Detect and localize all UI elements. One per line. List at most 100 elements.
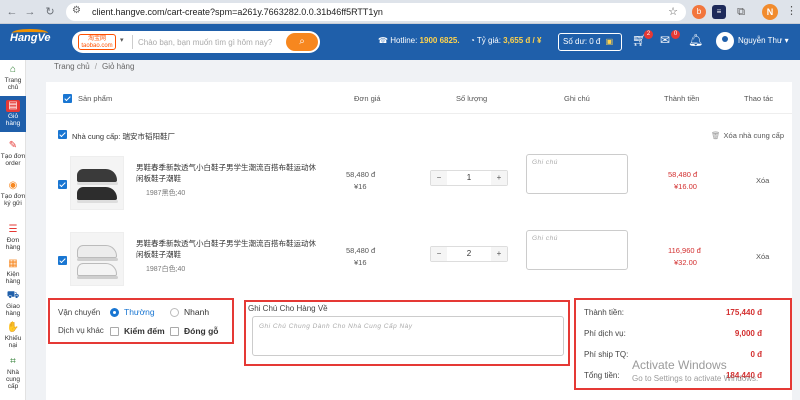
supplier-checkbox[interactable] <box>58 130 67 139</box>
search-button[interactable]: ⌕ <box>286 33 318 51</box>
increase-button[interactable]: + <box>491 247 507 261</box>
hangve-logo[interactable]: HangVe <box>10 29 52 50</box>
chevron-down-icon[interactable]: ▾ <box>120 36 124 44</box>
decrease-button[interactable]: − <box>431 171 447 185</box>
delete-item-button[interactable]: Xóa <box>756 252 769 261</box>
quantity-value[interactable]: 1 <box>447 171 491 185</box>
inspection-checkbox[interactable] <box>110 327 119 336</box>
user-menu[interactable]: Nguyễn Thư ▾ <box>738 36 789 45</box>
header-note: Ghi chú <box>564 94 590 103</box>
cart-count-badge: 2 <box>644 30 653 39</box>
item-note-field[interactable]: Ghi chú <box>526 230 628 270</box>
sidebar-item-create-order[interactable]: ✎ Tạo đơn order <box>0 136 26 176</box>
delete-item-button[interactable]: Xóa <box>756 176 769 185</box>
search-divider <box>132 35 133 49</box>
sidebar-item-label: Giỏ hàng <box>5 113 21 127</box>
consign-icon: ◉ <box>8 180 18 191</box>
sidebar-item-label: Trang chủ <box>4 77 22 91</box>
bell-icon[interactable]: 🔔︎ <box>688 33 703 47</box>
sidebar-item-consign[interactable]: ◉ Tạo đơn ký gửi <box>0 176 26 216</box>
mail-icon[interactable]: ✉ <box>660 33 670 47</box>
shoe-sole <box>77 182 118 185</box>
radio-normal-shipping[interactable] <box>110 308 119 317</box>
browser-profile-avatar[interactable]: N <box>762 4 778 20</box>
subtotal-row: Thành tiền: 175,440 đ <box>584 308 762 320</box>
extension-1-icon[interactable]: b <box>692 5 706 19</box>
forward-arrow-icon[interactable]: → <box>22 4 38 20</box>
header-total: Thành tiền <box>664 94 700 103</box>
item-total-cny: ¥16.00 <box>674 182 697 191</box>
shoe-sole <box>77 276 118 279</box>
home-icon: ⌂ <box>9 64 17 75</box>
sidebar-item-orders[interactable]: ☰ Đơn hàng <box>0 220 26 254</box>
balance-value: Số dư: 0 đ <box>563 37 601 46</box>
bookmark-star-icon[interactable]: ☆ <box>668 5 678 18</box>
product-variant: 1987黑色;40 <box>146 190 186 197</box>
wood-packing-checkbox[interactable] <box>170 327 179 336</box>
browser-menu-icon[interactable]: ⋮ <box>786 4 797 17</box>
trash-icon: 🗑︎ <box>711 131 721 140</box>
search-input[interactable] <box>138 34 278 50</box>
reload-icon[interactable]: ↻ <box>42 4 58 20</box>
sidebar-item-delivery[interactable]: ⛟ Giao hàng <box>0 286 26 318</box>
fast-shipping-label[interactable]: Nhanh <box>184 307 209 317</box>
decrease-button[interactable]: − <box>431 247 447 261</box>
sidebar-item-cart[interactable]: ▤ Giỏ hàng <box>0 96 26 132</box>
service-fee-row: Phí dịch vụ: 9,000 đ <box>584 329 762 341</box>
item-checkbox[interactable] <box>58 180 67 189</box>
source-site-select[interactable]: 淘宝网 taobao.com <box>78 34 116 50</box>
subtotal-label: Thành tiền: <box>584 308 625 317</box>
rate-icon: ◔ <box>470 36 477 45</box>
shipping-note-box: Ghi Chú Cho Hàng Về Ghi Chú Chung Dành C… <box>244 300 570 366</box>
transport-label: Vận chuyển <box>58 308 101 317</box>
product-image[interactable] <box>70 232 124 286</box>
remove-supplier-button[interactable]: 🗑︎ Xóa nhà cung cấp <box>711 131 784 140</box>
product-name[interactable]: 男鞋春季新款透气小白鞋子男学生潮流百搭布鞋运动休闲板鞋子潮鞋 <box>136 162 316 184</box>
address-bar[interactable]: ⚙ client.hangve.com/cart-create?spm=a261… <box>66 3 686 21</box>
increase-button[interactable]: + <box>491 171 507 185</box>
sidebar-item-complaints[interactable]: ✋ Khiếu nại <box>0 318 26 352</box>
sidebar-item-label: Giao hàng <box>5 303 21 317</box>
sidebar-item-label: Nhà cung cấp <box>5 369 21 390</box>
header-action: Thao tác <box>744 94 774 103</box>
delivery-icon: ⛟ <box>6 290 20 301</box>
cart-icon: ▤ <box>6 100 20 112</box>
radio-fast-shipping[interactable] <box>170 308 179 317</box>
hotline-value[interactable]: 1900 6825. <box>420 36 460 45</box>
search-bar: 淘宝网 taobao.com ▾ ⌕ <box>72 31 320 53</box>
service-fee-value: 9,000 đ <box>734 329 762 338</box>
shoe-image <box>77 187 117 200</box>
select-all-checkbox[interactable] <box>63 94 72 103</box>
app-header: HangVe 淘宝网 taobao.com ▾ ⌕ ☎ Hotline: 190… <box>0 24 800 60</box>
shoe-image <box>77 263 117 276</box>
extension-2-icon[interactable]: ≡ <box>712 5 726 19</box>
cart-item: 男鞋春季新款透气小白鞋子男学生潮流百搭布鞋运动休闲板鞋子潮鞋 1987白色;40… <box>46 228 792 290</box>
service-fee-label: Phí dịch vụ: <box>584 329 626 338</box>
shoe-sole <box>77 258 118 261</box>
product-name[interactable]: 男鞋春季新款透气小白鞋子男学生潮流百搭布鞋运动休闲板鞋子潮鞋 <box>136 238 316 260</box>
url-text: client.hangve.com/cart-create?spm=a261y.… <box>92 7 383 17</box>
quantity-value[interactable]: 2 <box>447 247 491 261</box>
browser-toolbar: ← → ↻ ⚙ client.hangve.com/cart-create?sp… <box>0 0 800 24</box>
sidebar-item-label: Khiếu nại <box>4 335 22 349</box>
back-arrow-icon[interactable]: ← <box>4 4 20 20</box>
item-note-field[interactable]: Ghi chú <box>526 154 628 194</box>
site-info-icon[interactable]: ⚙ <box>72 5 81 16</box>
normal-shipping-label[interactable]: Thường <box>124 307 155 317</box>
sidebar-item-label: Đơn hàng <box>5 237 21 251</box>
shoe-sole <box>77 200 118 203</box>
sidebar-item-suppliers[interactable]: ⌗ Nhà cung cấp <box>0 352 26 396</box>
user-avatar[interactable] <box>716 32 734 50</box>
item-checkbox[interactable] <box>58 256 67 265</box>
inspection-label[interactable]: Kiểm đếm <box>124 326 165 336</box>
shipping-note-textarea[interactable]: Ghi Chú Chung Dành Cho Nhà Cung Cấp Này <box>252 316 564 356</box>
extensions-puzzle-icon[interactable]: ⧉ <box>734 5 748 19</box>
balance-box[interactable]: Số dư: 0 đ ▣ <box>558 33 622 51</box>
orders-icon: ☰ <box>8 224 18 235</box>
breadcrumb-home[interactable]: Trang chủ <box>54 62 90 71</box>
wood-packing-label[interactable]: Đóng gỗ <box>184 326 218 336</box>
product-image[interactable] <box>70 156 124 210</box>
shoe-image <box>77 169 117 182</box>
sidebar-item-home[interactable]: ⌂ Trang chủ <box>0 60 26 96</box>
sidebar-item-packages[interactable]: ▦ Kiện hàng <box>0 254 26 286</box>
